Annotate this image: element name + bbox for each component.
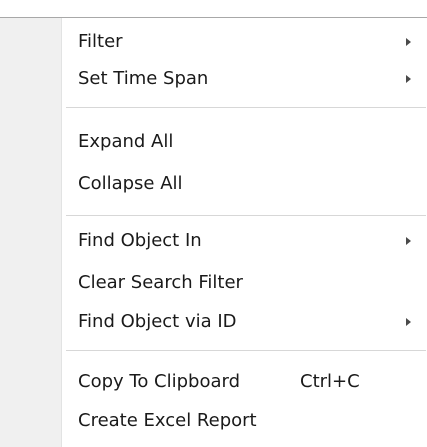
- menu-item-label: Expand All: [78, 131, 174, 152]
- menu-item-find-object-via-id[interactable]: Find Object via ID: [63, 304, 427, 340]
- menu-item-collapse-all[interactable]: Collapse All: [63, 166, 427, 202]
- menu-item-expand-all[interactable]: Expand All: [63, 124, 427, 160]
- menu-item-shortcut: Ctrl+C: [300, 371, 360, 392]
- menu-item-copy-to-clipboard[interactable]: Copy To Clipboard Ctrl+C: [63, 364, 427, 400]
- submenu-arrow-icon: [406, 237, 411, 245]
- menu-separator: [66, 215, 426, 216]
- submenu-arrow-icon: [406, 75, 411, 83]
- menu-item-label: Find Object In: [78, 230, 202, 251]
- submenu-arrow-icon: [406, 318, 411, 326]
- menu-item-create-excel-report[interactable]: Create Excel Report: [63, 403, 427, 439]
- menu-item-set-time-span[interactable]: Set Time Span: [63, 61, 427, 97]
- menu-item-filter[interactable]: Filter: [63, 24, 427, 60]
- menu-item-label: Collapse All: [78, 173, 183, 194]
- context-menu: Filter Set Time Span Expand All Collapse…: [0, 0, 427, 447]
- menu-item-clear-search-filter[interactable]: Clear Search Filter: [63, 265, 427, 301]
- menu-item-label: Set Time Span: [78, 68, 209, 89]
- menu-icon-gutter: [0, 18, 62, 447]
- menu-item-find-object-in[interactable]: Find Object In: [63, 223, 427, 259]
- submenu-arrow-icon: [406, 38, 411, 46]
- menu-separator: [66, 350, 426, 351]
- menu-item-label: Create Excel Report: [78, 410, 257, 431]
- menu-item-label: Clear Search Filter: [78, 272, 243, 293]
- menu-item-label: Copy To Clipboard: [78, 371, 241, 392]
- menu-item-label: Filter: [78, 31, 123, 52]
- menu-top-border: [0, 17, 427, 18]
- menu-separator: [66, 107, 426, 108]
- menu-item-label: Find Object via ID: [78, 311, 237, 332]
